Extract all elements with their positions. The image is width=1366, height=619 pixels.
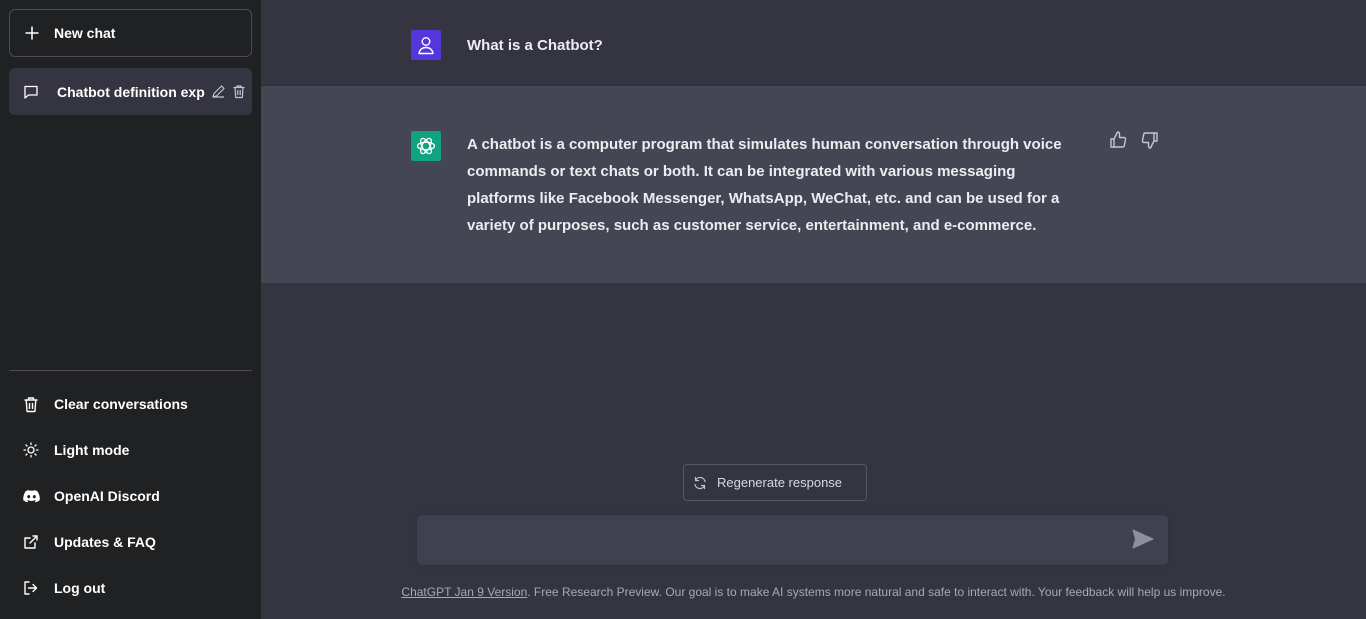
sun-icon <box>22 442 40 458</box>
delete-conversation-icon[interactable] <box>232 84 246 99</box>
message-input[interactable] <box>431 529 1121 551</box>
footer-text: . Free Research Preview. Our goal is to … <box>527 585 1226 599</box>
openai-discord-link[interactable]: OpenAI Discord <box>9 473 252 519</box>
menu-label: Log out <box>54 580 106 596</box>
user-icon <box>418 37 434 55</box>
footer-disclaimer: ChatGPT Jan 9 Version. Free Research Pre… <box>261 585 1366 599</box>
menu-label: Clear conversations <box>54 396 188 412</box>
light-mode-button[interactable]: Light mode <box>9 427 252 473</box>
assistant-message-row: A chatbot is a computer program that sim… <box>261 86 1366 283</box>
regenerate-label: Regenerate response <box>717 475 843 490</box>
user-message-row: What is a Chatbot? <box>261 0 1366 86</box>
updates-faq-link[interactable]: Updates & FAQ <box>9 519 252 565</box>
menu-label: Updates & FAQ <box>54 534 156 550</box>
conversation-title: Chatbot definition explanation <box>57 83 205 100</box>
openai-logo-icon <box>416 137 436 155</box>
version-link[interactable]: ChatGPT Jan 9 Version <box>401 585 527 599</box>
menu-label: Light mode <box>54 442 130 458</box>
refresh-icon <box>693 476 707 490</box>
logout-icon <box>22 580 40 596</box>
assistant-avatar <box>411 131 441 161</box>
sidebar-menu: Clear conversations Light mode OpenAI Di… <box>9 381 252 611</box>
external-link-icon <box>22 534 40 550</box>
message-input-box <box>417 515 1168 565</box>
menu-label: OpenAI Discord <box>54 488 160 504</box>
send-icon[interactable] <box>1132 529 1154 549</box>
sidebar: New chat Chatbot definition explanation … <box>0 0 261 619</box>
trash-icon <box>22 396 40 413</box>
sidebar-divider <box>9 370 252 371</box>
log-out-button[interactable]: Log out <box>9 565 252 611</box>
regenerate-response-button[interactable]: Regenerate response <box>683 464 867 501</box>
plus-icon <box>24 26 40 40</box>
user-message: What is a Chatbot? <box>467 37 603 54</box>
assistant-message: A chatbot is a computer program that sim… <box>467 136 1062 234</box>
discord-icon <box>22 489 40 503</box>
feedback-buttons <box>1108 130 1160 150</box>
conversation-item[interactable]: Chatbot definition explanation <box>9 68 252 115</box>
chat-bubble-icon <box>23 84 39 100</box>
clear-conversations-button[interactable]: Clear conversations <box>9 381 252 427</box>
user-avatar <box>411 30 441 60</box>
thumbs-up-icon[interactable] <box>1108 130 1128 150</box>
new-chat-label: New chat <box>54 25 116 41</box>
chat-main: What is a Chatbot? A chatbot is a comput… <box>261 0 1366 619</box>
new-chat-button[interactable]: New chat <box>9 9 252 57</box>
edit-icon[interactable] <box>211 84 226 99</box>
thumbs-down-icon[interactable] <box>1140 130 1160 150</box>
